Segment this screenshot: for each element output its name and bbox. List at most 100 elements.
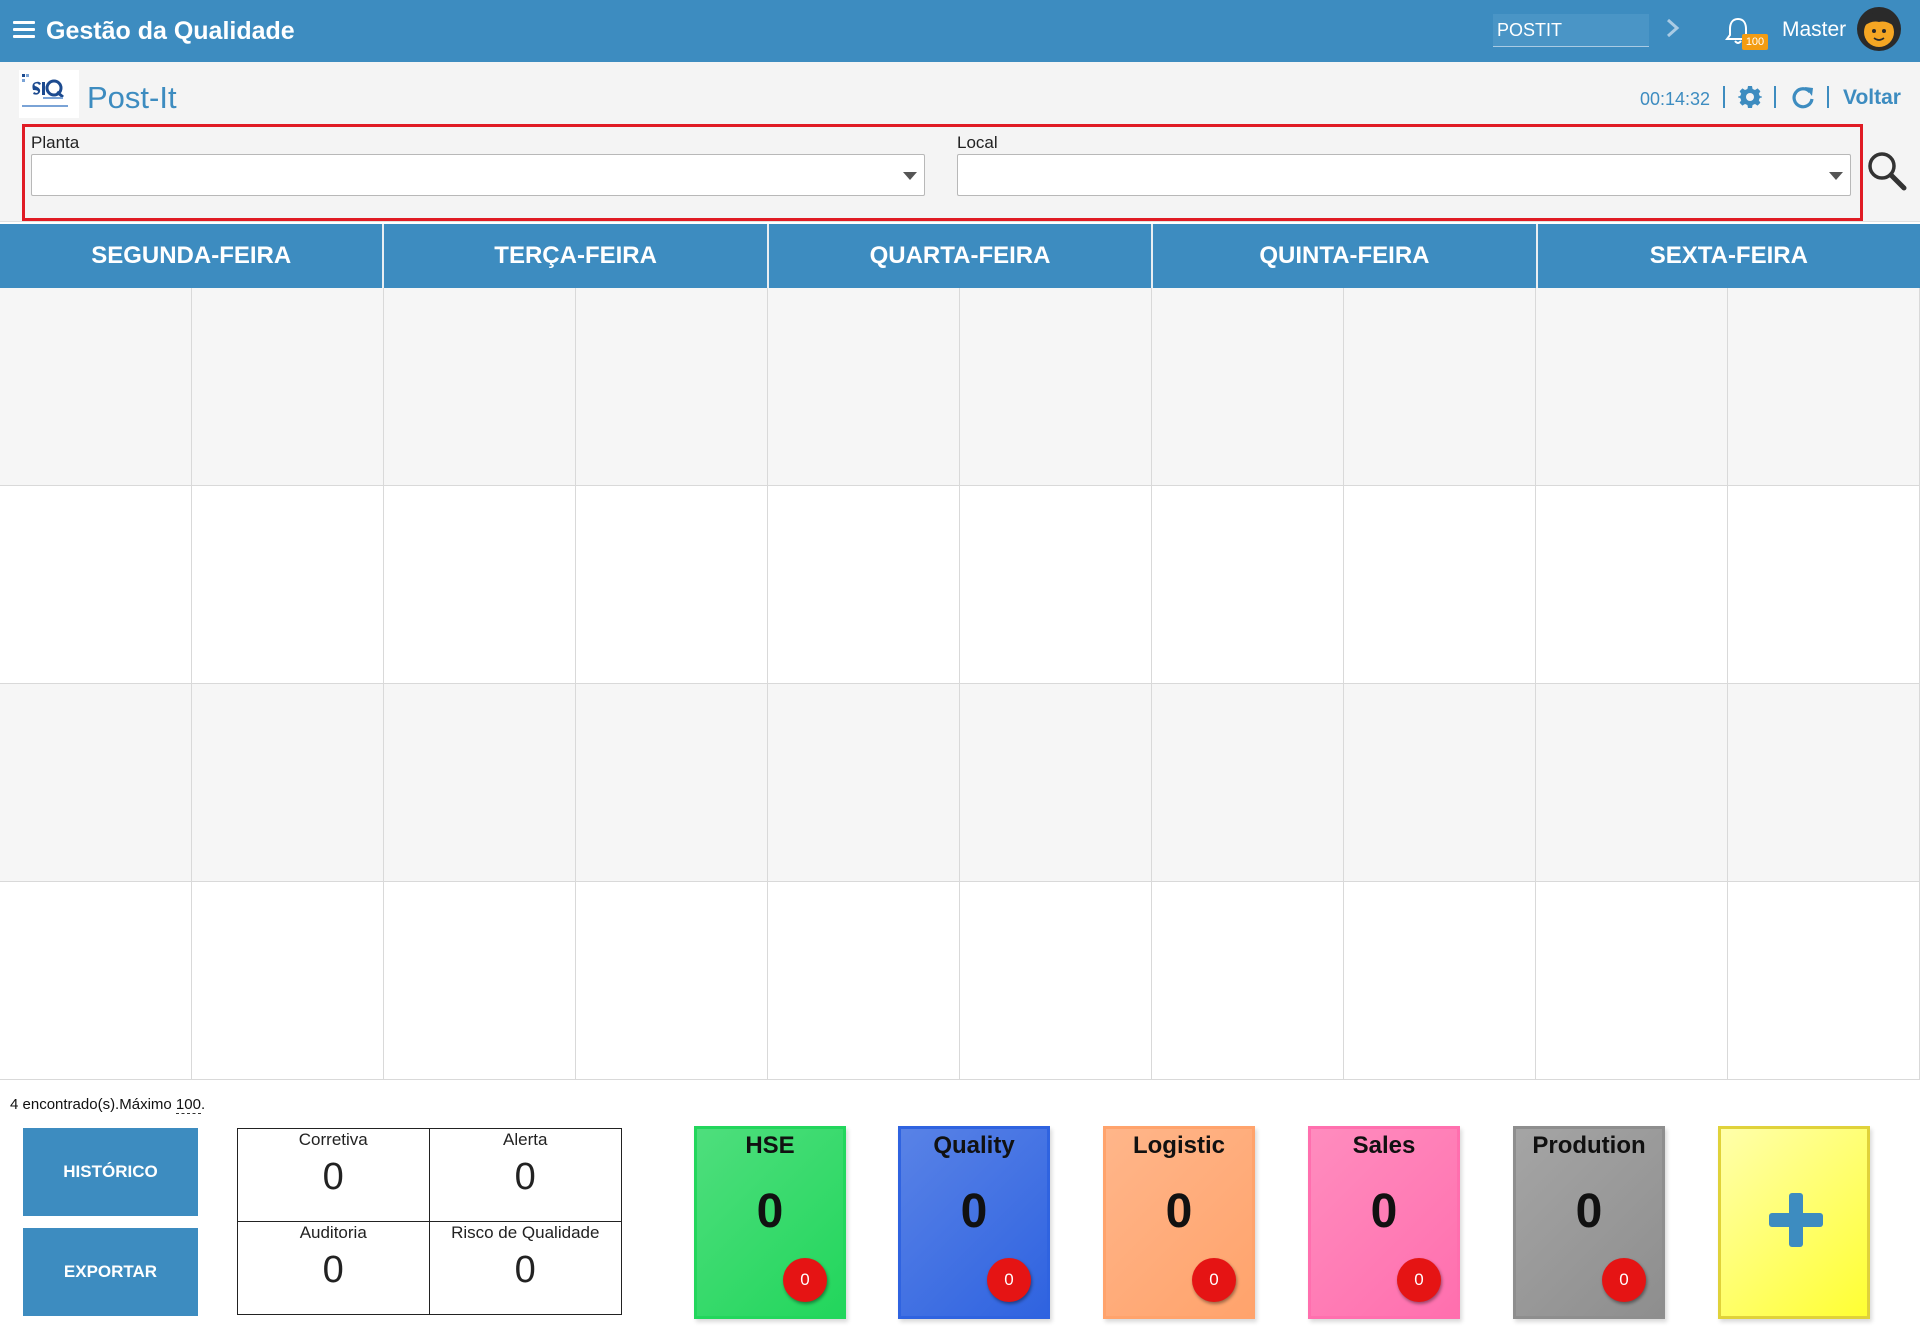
- board-cell[interactable]: [576, 882, 768, 1080]
- chevron-right-icon[interactable]: [1664, 15, 1682, 41]
- board-cell[interactable]: [576, 486, 768, 684]
- board-cell[interactable]: [960, 882, 1152, 1080]
- board-cell[interactable]: [1344, 882, 1536, 1080]
- board-cell[interactable]: [192, 486, 384, 684]
- divider: [1774, 86, 1776, 108]
- card-count: 0: [1165, 1185, 1193, 1238]
- divider: [1827, 86, 1829, 108]
- card-badge: 0: [1192, 1258, 1236, 1302]
- chevron-down-icon: [903, 172, 917, 180]
- postit-board-grid: [0, 288, 1920, 1080]
- card-count: 0: [960, 1185, 988, 1238]
- board-cell[interactable]: [1536, 684, 1728, 882]
- board-cell[interactable]: [768, 684, 960, 882]
- planta-select[interactable]: [31, 154, 925, 196]
- counter-auditoria: Auditoria 0: [238, 1221, 430, 1314]
- counter-label: Auditoria: [299, 1222, 367, 1242]
- category-card-quality[interactable]: Quality 0 0: [898, 1126, 1050, 1319]
- card-count: 0: [1370, 1185, 1398, 1238]
- board-cell[interactable]: [960, 288, 1152, 486]
- card-count: 0: [1575, 1185, 1603, 1238]
- board-cell[interactable]: [1728, 882, 1920, 1080]
- app-title: Gestão da Qualidade: [46, 17, 295, 45]
- type-counters: Corretiva 0 Alerta 0 Auditoria 0 Risco d…: [237, 1128, 622, 1315]
- card-badge: 0: [1602, 1258, 1646, 1302]
- board-cell[interactable]: [0, 684, 192, 882]
- board-cell[interactable]: [1344, 486, 1536, 684]
- category-card-sales[interactable]: Sales 0 0: [1308, 1126, 1460, 1319]
- exportar-button[interactable]: EXPORTAR: [23, 1228, 198, 1316]
- board-cell[interactable]: [1536, 486, 1728, 684]
- plus-icon: [1769, 1193, 1823, 1247]
- card-title: Sales: [1352, 1132, 1416, 1159]
- chevron-down-icon: [1829, 172, 1843, 180]
- board-cell[interactable]: [1536, 882, 1728, 1080]
- board-cell[interactable]: [384, 288, 576, 486]
- results-count: 4 encontrado(s).Máximo 100.: [10, 1096, 206, 1114]
- board-cell[interactable]: [1728, 684, 1920, 882]
- board-cell[interactable]: [0, 486, 192, 684]
- local-label: Local: [957, 133, 998, 152]
- card-badge: 0: [987, 1258, 1031, 1302]
- board-cell[interactable]: [1536, 288, 1728, 486]
- board-cell[interactable]: [960, 486, 1152, 684]
- avatar[interactable]: [1856, 6, 1902, 52]
- hamburger-menu-icon[interactable]: [13, 21, 35, 39]
- board-cell[interactable]: [768, 486, 960, 684]
- card-title: HSE: [745, 1132, 795, 1159]
- counter-value: 0: [322, 1156, 344, 1198]
- module-search-input[interactable]: [1493, 14, 1649, 47]
- refresh-icon[interactable]: [1791, 85, 1815, 109]
- board-cell[interactable]: [192, 288, 384, 486]
- board-cell[interactable]: [192, 882, 384, 1080]
- board-cell[interactable]: [1152, 684, 1344, 882]
- local-select[interactable]: [957, 154, 1851, 196]
- board-cell[interactable]: [384, 486, 576, 684]
- add-postit-button[interactable]: [1718, 1126, 1870, 1319]
- day-header-monday: SEGUNDA-FEIRA: [0, 224, 385, 288]
- card-title: Quality: [933, 1132, 1015, 1159]
- card-count: 0: [756, 1185, 784, 1238]
- board-cell[interactable]: [384, 882, 576, 1080]
- counter-corretiva: Corretiva 0: [238, 1129, 430, 1222]
- day-header-friday: SEXTA-FEIRA: [1649, 242, 1808, 269]
- board-cell[interactable]: [1152, 486, 1344, 684]
- category-card-hse[interactable]: HSE 0 0: [694, 1126, 846, 1319]
- counter-risco-qualidade: Risco de Qualidade 0: [430, 1222, 622, 1315]
- board-cell[interactable]: [0, 288, 192, 486]
- results-count-prefix: 4 encontrado(s).Máximo: [10, 1096, 176, 1113]
- category-card-logistic[interactable]: Logistic 0 0: [1103, 1126, 1255, 1319]
- counter-value: 0: [514, 1248, 536, 1291]
- counter-label: Risco de Qualidade: [451, 1222, 600, 1242]
- board-cell[interactable]: [1344, 288, 1536, 486]
- board-cell[interactable]: [1152, 288, 1344, 486]
- board-cell[interactable]: [576, 684, 768, 882]
- planta-label: Planta: [31, 133, 80, 152]
- counter-label: Corretiva: [298, 1130, 368, 1149]
- card-title: Logistic: [1132, 1132, 1225, 1159]
- board-cell[interactable]: [960, 684, 1152, 882]
- board-cell[interactable]: [1728, 486, 1920, 684]
- gear-icon[interactable]: [1738, 85, 1762, 109]
- divider: [1723, 86, 1725, 108]
- card-title: Prodution: [1532, 1132, 1646, 1159]
- day-header-wednesday: QUARTA-FEIRA: [769, 224, 1154, 288]
- page-title: Post-It: [87, 80, 177, 115]
- board-cell[interactable]: [1344, 684, 1536, 882]
- search-icon[interactable]: [1866, 150, 1908, 192]
- board-cell[interactable]: [0, 882, 192, 1080]
- historico-button[interactable]: HISTÓRICO: [23, 1128, 198, 1216]
- board-cell[interactable]: [768, 288, 960, 486]
- category-card-prodution[interactable]: Prodution 0 0: [1513, 1126, 1665, 1319]
- board-cell[interactable]: [1152, 882, 1344, 1080]
- board-cell[interactable]: [768, 882, 960, 1080]
- board-cell[interactable]: [576, 288, 768, 486]
- board-cell[interactable]: [192, 684, 384, 882]
- results-count-suffix: .: [200, 1096, 206, 1113]
- board-cell[interactable]: [384, 684, 576, 882]
- session-timer: 00:14:32: [1640, 89, 1711, 109]
- back-link[interactable]: Voltar: [1843, 86, 1901, 110]
- user-name[interactable]: Master: [1782, 18, 1846, 42]
- top-bar: Gestão da Qualidade 100 Master: [0, 0, 1920, 62]
- board-cell[interactable]: [1728, 288, 1920, 486]
